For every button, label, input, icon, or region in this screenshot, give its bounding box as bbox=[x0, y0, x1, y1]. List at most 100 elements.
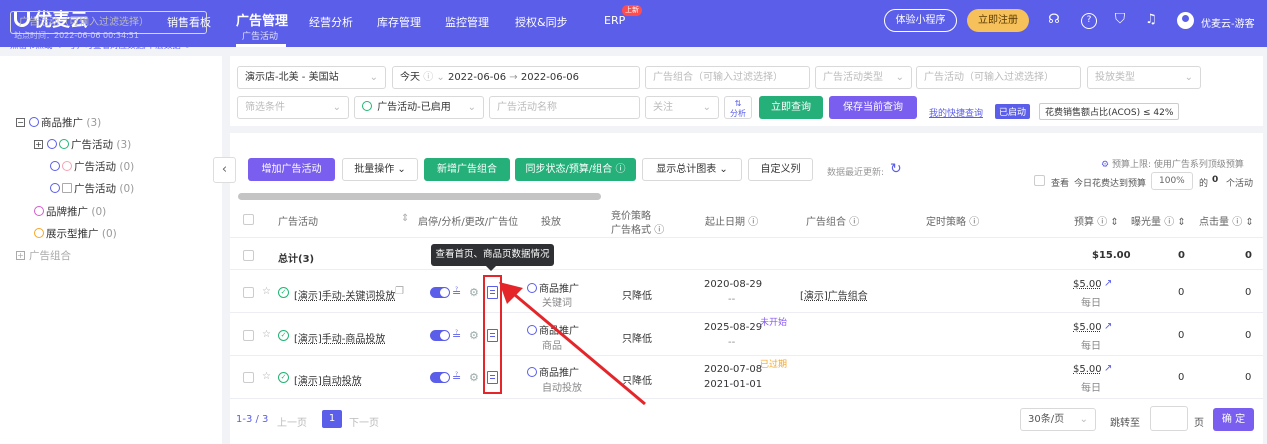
confirm-jump-button[interactable]: 确 定 bbox=[1213, 408, 1254, 431]
col-clicks[interactable]: 点击量 ⓘ ⇕ bbox=[1199, 213, 1254, 228]
expand-icon[interactable]: + bbox=[16, 251, 25, 260]
row-checkbox[interactable] bbox=[243, 287, 254, 298]
gear-icon: ⚙ bbox=[1101, 160, 1110, 170]
tree-node-campaign-3[interactable]: 广告活动 (0) bbox=[50, 181, 134, 196]
help-icon[interactable]: ? bbox=[1081, 13, 1097, 29]
budget-value[interactable]: $5.00 bbox=[1073, 364, 1102, 375]
budget-value[interactable]: $5.00 bbox=[1073, 279, 1102, 290]
col-campaign[interactable]: 广告活动 bbox=[278, 213, 318, 228]
budget-filter-checkbox[interactable] bbox=[1034, 175, 1045, 186]
budget-percent-input[interactable]: 100% bbox=[1151, 172, 1193, 190]
tree-node-campaign-1[interactable]: + 广告活动 (3) bbox=[34, 137, 131, 152]
analyze-button[interactable]: ⇅ 分析 bbox=[724, 96, 752, 119]
add-portfolio-button[interactable]: 新增广告组合 bbox=[424, 158, 510, 181]
gear-icon[interactable]: ⚙ bbox=[469, 330, 479, 341]
support-icon[interactable]: ☊ bbox=[1046, 13, 1062, 29]
budget-value[interactable]: $5.00 bbox=[1073, 322, 1102, 333]
trial-miniprogram-button[interactable]: 体验小程序 bbox=[884, 9, 957, 32]
nav-monitoring[interactable]: 监控管理 bbox=[445, 14, 489, 30]
expand-icon[interactable]: + bbox=[34, 140, 43, 149]
nav-auth-sync[interactable]: 授权&同步 bbox=[515, 14, 568, 30]
budget-limit-setting[interactable]: ⚙ 预算上限: 使用广告系列顶级预算 bbox=[1101, 157, 1244, 170]
portfolio-link[interactable]: [演示]广告组合 bbox=[800, 287, 868, 302]
budget-edit-icon[interactable]: ↗ bbox=[1104, 321, 1112, 332]
show-chart-button[interactable]: 显示总计图表 ⌄ bbox=[642, 158, 742, 181]
per-page-select[interactable]: 30条/页 ⌄ bbox=[1020, 408, 1096, 431]
budget-edit-icon[interactable]: ↗ bbox=[1104, 363, 1112, 374]
page-1-button[interactable]: 1 bbox=[322, 410, 342, 428]
nav-erp[interactable]: ERP bbox=[604, 14, 625, 27]
batch-operation-button[interactable]: 批量操作 ⌄ bbox=[342, 158, 418, 181]
campaign-type-select[interactable]: 广告活动类型 ⌄ bbox=[815, 66, 912, 89]
nav-sub-campaigns[interactable]: 广告活动 bbox=[242, 29, 278, 42]
page-jump-input[interactable] bbox=[1150, 406, 1188, 431]
campaign-name-input[interactable]: 广告活动名称 bbox=[489, 96, 640, 119]
prev-page-button[interactable]: 上一页 bbox=[277, 414, 307, 429]
tree-node-display[interactable]: 展示型推广 (0) bbox=[34, 226, 117, 241]
campaign-name-link[interactable]: [演示]手动-商品投放 bbox=[294, 330, 385, 345]
date-range-picker[interactable]: 今天 ⓘ ⌄ 2022-06-06 → 2022-06-06 bbox=[392, 66, 640, 89]
copy-icon[interactable]: ❐ bbox=[395, 286, 404, 297]
tree-node-portfolio[interactable]: + 广告组合 bbox=[16, 248, 71, 263]
sync-button[interactable]: 同步状态/预算/组合 ⓘ bbox=[515, 158, 636, 181]
status-select[interactable]: 广告活动-已启用 ⌄ bbox=[354, 96, 484, 119]
sort-icon[interactable]: ⇕ bbox=[401, 213, 409, 224]
total-label: 总计(3) bbox=[278, 254, 315, 265]
status-toggle[interactable] bbox=[430, 330, 450, 341]
save-query-button[interactable]: 保存当前查询 bbox=[829, 96, 917, 119]
star-icon[interactable]: ☆ bbox=[262, 286, 271, 297]
horizontal-scrollbar[interactable] bbox=[238, 193, 601, 200]
portfolio-select[interactable]: 广告组合（可输入过滤选择） bbox=[645, 66, 810, 89]
refresh-icon[interactable]: ↻ bbox=[890, 161, 902, 177]
row-checkbox[interactable] bbox=[243, 330, 254, 341]
user-name[interactable]: 优麦云-游客 bbox=[1201, 15, 1255, 30]
tree-node-brand[interactable]: 品牌推广 (0) bbox=[34, 204, 106, 219]
collapse-panel-button[interactable]: ‹ bbox=[213, 157, 236, 183]
register-button[interactable]: 立即注册 bbox=[967, 9, 1029, 32]
tree-node-product[interactable]: − 商品推广 (3) bbox=[16, 115, 101, 130]
quick-query-tag[interactable]: 花费销售额占比(ACOS) ≤ 42% bbox=[1039, 103, 1180, 120]
condition-select[interactable]: 筛选条件 ⌄ bbox=[237, 96, 349, 119]
nav-inventory[interactable]: 库存管理 bbox=[377, 14, 421, 30]
col-impressions[interactable]: 曝光量 ⓘ ⇕ bbox=[1131, 213, 1186, 228]
cart-icon[interactable]: ⛉ bbox=[1112, 12, 1128, 29]
nav-ad-management[interactable]: 广告管理 bbox=[236, 10, 288, 29]
campaign-filter-input[interactable]: 广告活动（可输入过滤选择） bbox=[10, 11, 207, 34]
custom-columns-button[interactable]: 自定义列 bbox=[748, 158, 813, 181]
start-date: 2020-07-08 bbox=[704, 364, 763, 375]
next-page-button[interactable]: 下一页 bbox=[349, 414, 379, 429]
row-checkbox[interactable] bbox=[243, 372, 254, 383]
collapse-icon[interactable]: − bbox=[16, 118, 25, 127]
tree-node-campaign-2[interactable]: 广告活动 (0) bbox=[50, 159, 134, 174]
star-icon[interactable]: ☆ bbox=[262, 329, 271, 340]
bell-icon[interactable]: ♫ bbox=[1143, 13, 1159, 29]
campaign-name-link[interactable]: [演示]自动投放 bbox=[294, 372, 362, 387]
add-campaign-button[interactable]: 增加广告活动 bbox=[248, 158, 335, 181]
enabled-status-icon: ✓ bbox=[278, 330, 289, 341]
col-bid-strategy: 竞价策略 bbox=[611, 211, 651, 222]
analysis-chart-icon[interactable]: ≟ bbox=[452, 372, 461, 383]
analysis-chart-icon[interactable]: ≟ bbox=[452, 330, 461, 341]
col-budget[interactable]: 预算 ⓘ ⇕ bbox=[1074, 213, 1119, 228]
analysis-chart-icon[interactable]: ≟ bbox=[452, 287, 461, 298]
gear-icon[interactable]: ⚙ bbox=[469, 372, 479, 383]
select-all-checkbox[interactable] bbox=[243, 214, 254, 225]
store-select[interactable]: 演示店-北美 - 美国站 ⌄ bbox=[237, 66, 386, 89]
chevron-down-icon: ⌄ bbox=[332, 102, 341, 113]
status-toggle[interactable] bbox=[430, 372, 450, 383]
campaign-name-link[interactable]: [演示]手动-关键词投放 bbox=[294, 287, 395, 302]
nav-business-analysis[interactable]: 经营分析 bbox=[309, 14, 353, 30]
placement-select[interactable]: 投放类型 ⌄ bbox=[1087, 66, 1201, 89]
follow-select[interactable]: 关注 ⌄ bbox=[645, 96, 719, 119]
gear-icon[interactable]: ⚙ bbox=[469, 287, 479, 298]
total-row-checkbox[interactable] bbox=[243, 250, 254, 261]
display-ad-icon bbox=[34, 228, 44, 238]
query-button[interactable]: 立即查询 bbox=[759, 96, 823, 119]
avatar[interactable] bbox=[1177, 12, 1194, 29]
campaign-select[interactable]: 广告活动（可输入过滤选择） bbox=[916, 66, 1081, 89]
budget-edit-icon[interactable]: ↗ bbox=[1104, 278, 1112, 289]
refresh-icon[interactable]: ↻ bbox=[184, 41, 191, 51]
star-icon[interactable]: ☆ bbox=[262, 371, 271, 382]
status-toggle[interactable] bbox=[430, 287, 450, 298]
quick-query-link[interactable]: 我的快捷查询 bbox=[929, 106, 983, 119]
